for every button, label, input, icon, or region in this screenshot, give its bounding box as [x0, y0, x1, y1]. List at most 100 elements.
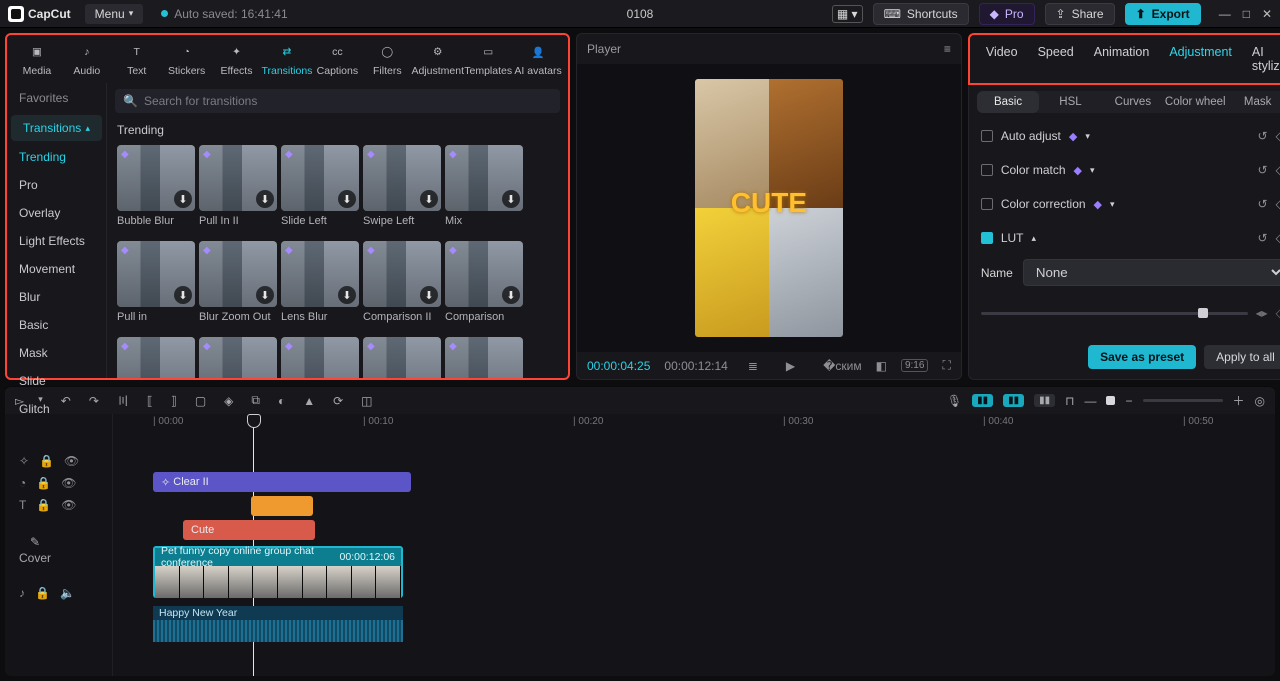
eye-icon[interactable]: 👁	[61, 498, 76, 512]
category-basic[interactable]: Basic	[7, 311, 106, 339]
keyframe-icon[interactable]: ◇	[1276, 129, 1280, 143]
transition-thumb[interactable]: ◆⬇Slide Left	[281, 145, 359, 237]
toggle-a-icon[interactable]: ▮▮	[972, 394, 993, 407]
time-ruler[interactable]: | 00:00| 00:10| 00:20| 00:30| 00:40| 00:…	[113, 414, 1275, 432]
color-correction-row[interactable]: Color correction ◆ ▾ ↺◇	[969, 187, 1280, 221]
magnet-icon[interactable]: ⊓	[1065, 394, 1074, 408]
reset-icon[interactable]: ↺	[1258, 197, 1268, 211]
trim-right-icon[interactable]: ⟧	[171, 394, 177, 408]
fullscreen-icon[interactable]: ⛶	[942, 358, 950, 373]
transition-thumb[interactable]: ◆⬇	[281, 337, 359, 378]
download-icon[interactable]: ⬇	[420, 286, 438, 304]
split-icon[interactable]: 〣	[117, 392, 129, 409]
tab-ai-stylize[interactable]: AI stylize	[1242, 41, 1280, 77]
subtab-mask[interactable]: Mask	[1226, 91, 1280, 113]
reverse-icon[interactable]: ◐	[278, 394, 285, 408]
player-menu-icon[interactable]: ≡	[944, 42, 951, 56]
ratio-badge[interactable]: 9:16	[901, 359, 928, 372]
effect-clip[interactable]: ✧ Clear II	[153, 472, 411, 492]
apply-all-button[interactable]: Apply to all	[1204, 345, 1280, 369]
toggle-b-icon[interactable]: ▮▮	[1003, 394, 1024, 407]
zoom-slider[interactable]	[1143, 399, 1223, 402]
chevron-down-icon[interactable]: ▾	[1110, 199, 1115, 210]
scale-icon[interactable]: �ским	[823, 359, 862, 373]
link-icon[interactable]: —	[1084, 394, 1096, 408]
category-overlay[interactable]: Overlay	[7, 199, 106, 227]
player-canvas[interactable]: CUTE	[577, 64, 961, 352]
category-movement[interactable]: Movement	[7, 255, 106, 283]
tab-speed[interactable]: Speed	[1028, 41, 1084, 77]
subtab-hsl[interactable]: HSL	[1039, 91, 1101, 113]
keyframe-icon[interactable]: ◇	[1276, 306, 1280, 320]
delete-icon[interactable]: ▢	[195, 394, 206, 408]
transition-thumb[interactable]: ◆⬇Pull in	[117, 241, 195, 333]
track-header-text[interactable]: T🔒👁	[5, 494, 112, 516]
category-trending[interactable]: Trending	[7, 143, 106, 171]
zoom-in-icon[interactable]: ＋	[1233, 392, 1245, 409]
download-icon[interactable]: ⬇	[174, 190, 192, 208]
pro-button[interactable]: ◆ Pro	[979, 3, 1035, 25]
slider-knob[interactable]	[1198, 308, 1208, 318]
auto-adjust-row[interactable]: Auto adjust ◆ ▾ ↺◇	[969, 119, 1280, 153]
download-icon[interactable]: ⬇	[502, 286, 520, 304]
lut-strength-slider[interactable]: ◂▸ ◇	[969, 298, 1280, 328]
export-button[interactable]: ⬆ Export	[1125, 3, 1201, 25]
ribbon-captions[interactable]: ccCaptions	[313, 43, 361, 77]
window-close-icon[interactable]: ✕	[1262, 7, 1272, 21]
category-glitch[interactable]: Glitch	[7, 395, 106, 423]
trim-left-icon[interactable]: ⟦	[147, 394, 153, 408]
reset-icon[interactable]: ↺	[1258, 163, 1268, 177]
subtab-curves[interactable]: Curves	[1102, 91, 1164, 113]
download-icon[interactable]: ⬇	[256, 190, 274, 208]
download-icon[interactable]: ⬇	[338, 286, 356, 304]
ribbon-stickers[interactable]: ◔Stickers	[163, 43, 211, 77]
track-header-video[interactable]: ✎Cover	[5, 524, 112, 576]
transition-thumb[interactable]: ◆⬇Bubble Blur	[117, 145, 195, 237]
tab-animation[interactable]: Animation	[1084, 41, 1160, 77]
chevron-up-icon[interactable]: ▴	[1032, 233, 1037, 244]
search-input[interactable]: 🔍 Search for transitions	[115, 89, 560, 113]
transition-thumb[interactable]: ◆⬇	[445, 337, 523, 378]
sticker-clip[interactable]	[251, 496, 313, 516]
audio-clip[interactable]: Happy New Year	[153, 606, 403, 642]
window-maximize-icon[interactable]: □	[1243, 7, 1250, 21]
download-icon[interactable]: ⬇	[502, 190, 520, 208]
crop-icon[interactable]: ◧	[876, 359, 887, 373]
transition-thumb[interactable]: ◆⬇Mix	[445, 145, 523, 237]
lut-select[interactable]: None	[1023, 259, 1280, 286]
category-mask[interactable]: Mask	[7, 339, 106, 367]
checkbox-icon[interactable]	[981, 198, 993, 210]
track-header-effect[interactable]: ✧🔒👁	[5, 450, 112, 472]
ribbon-effects[interactable]: ✦Effects	[213, 43, 261, 77]
track-header-audio[interactable]: ♪🔒🔈	[5, 582, 112, 604]
download-icon[interactable]: ⬇	[338, 190, 356, 208]
tab-adjustment[interactable]: Adjustment	[1159, 41, 1242, 77]
transition-thumb[interactable]: ◆⬇Pull In II	[199, 145, 277, 237]
library-group[interactable]: Transitions ▴	[11, 115, 102, 141]
crop-icon[interactable]: ◫	[361, 394, 372, 408]
download-icon[interactable]: ⬇	[174, 286, 192, 304]
mirror-icon[interactable]: ▲	[303, 394, 315, 408]
menu-button[interactable]: Menu ▾	[85, 4, 144, 24]
tab-video[interactable]: Video	[976, 41, 1028, 77]
subtab-color-wheel[interactable]: Color wheel	[1164, 91, 1226, 113]
category-light-effects[interactable]: Light Effects	[7, 227, 106, 255]
layout-icon[interactable]: ▦ ▾	[832, 5, 863, 23]
keyframe-icon[interactable]: ◇	[1276, 163, 1280, 177]
play-icon[interactable]: ▶	[786, 359, 795, 373]
mute-icon[interactable]: 🔈	[60, 586, 75, 600]
zoom-out-icon[interactable]: −	[1125, 394, 1132, 408]
zoom-fit-icon[interactable]: ◎	[1255, 394, 1265, 408]
lock-icon[interactable]: 🔒	[36, 476, 51, 490]
cover-button[interactable]: ✎Cover	[19, 524, 51, 576]
lock-icon[interactable]: 🔒	[39, 454, 54, 468]
marker-icon[interactable]: ◈	[224, 394, 233, 408]
ribbon-media[interactable]: ▣Media	[13, 43, 61, 77]
transition-thumb[interactable]: ◆⬇Lens Blur	[281, 241, 359, 333]
reset-icon[interactable]: ↺	[1258, 231, 1268, 245]
ribbon-adjustment[interactable]: ⚙Adjustment	[413, 43, 462, 77]
toggle-c-icon[interactable]: ▮▮	[1034, 394, 1055, 407]
category-blur[interactable]: Blur	[7, 283, 106, 311]
checkbox-icon[interactable]	[981, 130, 993, 142]
transition-thumb[interactable]: ◆⬇Comparison	[445, 241, 523, 333]
